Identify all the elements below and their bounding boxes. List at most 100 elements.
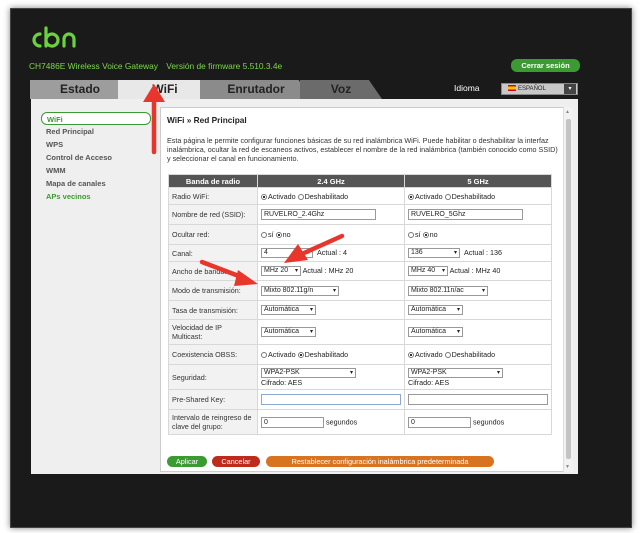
table-row: Modo de transmisión: Mixto 802.11g/n Mix… — [168, 280, 552, 301]
obss-option-label: Deshabilitado — [451, 350, 496, 359]
mode-5-select[interactable]: Mixto 802.11n/ac — [408, 285, 488, 296]
tab-enrutador[interactable]: Enrutador — [200, 80, 312, 99]
channel-5-select[interactable]: 136 — [408, 248, 460, 259]
rekey-24-unit: segundos — [326, 416, 358, 426]
bandwidth-label: Ancho de banda: — [168, 261, 258, 281]
radio-option-label: Deshabilitado — [304, 191, 349, 201]
page-description: Esta página le permite configurar funcio… — [167, 136, 558, 163]
language-value: ESPAÑOL — [518, 86, 546, 92]
tab-enrutador-label: Enrutador — [227, 82, 285, 96]
language-label: Idioma — [454, 83, 480, 93]
obss-5-off[interactable] — [444, 352, 451, 359]
sidebar-item-control-acceso[interactable]: Control de Acceso — [41, 151, 151, 164]
multicast-label: Velocidad de IP Multicast: — [168, 319, 258, 345]
logout-button[interactable]: Cerrar sesión — [511, 59, 580, 72]
tab-wifi[interactable]: WiFi — [118, 80, 212, 99]
rate-5-select[interactable]: Automática — [408, 305, 463, 316]
multicast-24-select[interactable]: Automática — [261, 327, 316, 338]
radio-5-off[interactable] — [444, 193, 451, 200]
sidebar-item-mapa-canales[interactable]: Mapa de canales — [41, 177, 151, 190]
psk-label: Pre-Shared Key: — [168, 389, 258, 410]
tab-voz[interactable]: Voz — [300, 80, 382, 99]
bandwidth-24-select[interactable]: MHz 20 — [261, 266, 301, 277]
tab-estado[interactable]: Estado — [30, 80, 130, 99]
security-5-select[interactable]: WPA2-PSK — [408, 367, 503, 378]
sidebar-item-aps-vecinos[interactable]: APs vecinos — [41, 190, 151, 203]
mode-24-select[interactable]: Mixto 802.11g/n — [261, 285, 339, 296]
tab-wifi-label: WiFi — [152, 82, 178, 96]
bandwidth-24-actual: Actual : MHz 20 — [302, 265, 354, 275]
rekey-5-unit: segundos — [473, 416, 505, 426]
radio-option-label: Activado — [268, 191, 296, 201]
table-row: Nombre de red (SSID): RUVELRO_2.4Ghz RUV… — [168, 204, 552, 225]
obss-option-label: Activado — [268, 350, 296, 359]
ssid-label: Nombre de red (SSID): — [168, 204, 258, 225]
tab-estado-label: Estado — [59, 82, 100, 96]
hidden-5-yes[interactable] — [408, 232, 414, 239]
sidebar-item-wmm[interactable]: WMM — [41, 164, 151, 177]
sidebar: WiFi Red Principal WPS Control de Acceso… — [41, 112, 151, 203]
radio-label: Radio WiFi: — [168, 187, 258, 205]
hidden-24-no[interactable] — [275, 232, 282, 239]
table-row: Seguridad: WPA2-PSKCifrado: AES WPA2-PSK… — [168, 364, 552, 390]
sidebar-item-red-principal[interactable]: Red Principal — [41, 125, 151, 138]
hidden-24-yes[interactable] — [261, 232, 267, 239]
header-5ghz: 5 GHz — [404, 174, 552, 188]
sidebar-item-wps[interactable]: WPS — [41, 138, 151, 151]
radio-24-off[interactable] — [297, 193, 304, 200]
obss-option-label: Activado — [415, 350, 443, 359]
radio-option-label: Activado — [415, 191, 443, 201]
scroll-down-icon[interactable]: ▼ — [565, 464, 570, 470]
security-24-select[interactable]: WPA2-PSK — [261, 367, 356, 378]
table-row: Velocidad de IP Multicast: Automática Au… — [168, 319, 552, 345]
obss-24-on[interactable] — [261, 352, 267, 359]
scrollbar[interactable]: ▲ ▼ — [563, 107, 573, 472]
psk-24-input[interactable] — [261, 394, 401, 405]
rekey-label: Intervalo de reingreso de clave del grup… — [168, 409, 258, 435]
wifi-settings-table: Banda de radio 2.4 GHz 5 GHz Radio WiFi:… — [168, 174, 552, 435]
tab-voz-label: Voz — [330, 82, 352, 96]
channel-label: Canal: — [168, 244, 258, 262]
radio-24-on[interactable] — [261, 193, 267, 200]
hidden-option-label: no — [282, 230, 291, 239]
rekey-5-input[interactable]: 0 — [408, 416, 471, 428]
spain-flag-icon — [508, 85, 516, 92]
table-row: Pre-Shared Key: — [168, 389, 552, 410]
rate-24-select[interactable]: Automática — [261, 305, 316, 316]
radio-option-label: Deshabilitado — [451, 191, 496, 201]
hidden-5-no[interactable] — [422, 232, 429, 239]
cancel-button[interactable]: Cancelar — [212, 456, 260, 467]
security-label: Seguridad: — [168, 364, 258, 390]
hidden-option-label: sí — [415, 230, 421, 239]
rekey-24-input[interactable]: 0 — [261, 416, 324, 428]
header-24ghz: 2.4 GHz — [257, 174, 405, 188]
scroll-thumb[interactable] — [566, 119, 571, 459]
ssid-5-input[interactable]: RUVELRO_5Ghz — [408, 209, 523, 220]
cipher-5: Cifrado: AES — [408, 377, 450, 387]
scroll-up-icon[interactable]: ▲ — [565, 109, 570, 115]
table-row: Ancho de banda: MHz 20 Actual : MHz 20 M… — [168, 261, 552, 281]
channel-24-select[interactable]: 4 — [261, 248, 313, 259]
bandwidth-5-select[interactable]: MHz 40 — [408, 266, 448, 277]
cbn-logo — [32, 26, 76, 48]
header-band: Banda de radio — [168, 174, 258, 188]
multicast-5-select[interactable]: Automática — [408, 327, 463, 338]
radio-5-on[interactable] — [408, 193, 414, 200]
ssid-24-input[interactable]: RUVELRO_2.4Ghz — [261, 209, 376, 220]
obss-24-off[interactable] — [297, 352, 304, 359]
hidden-label: Ocultar red: — [168, 224, 258, 245]
apply-button[interactable]: Aplicar — [167, 456, 207, 467]
obss-5-on[interactable] — [408, 352, 414, 359]
restore-defaults-button[interactable]: Restablecer configuración inalámbrica pr… — [266, 456, 494, 467]
obss-option-label: Deshabilitado — [304, 350, 349, 359]
language-select[interactable]: ESPAÑOL ▾ — [501, 83, 578, 95]
firmware-version: Versión de firmware 5.510.3.4e — [166, 61, 283, 71]
table-header-row: Banda de radio 2.4 GHz 5 GHz — [168, 174, 552, 188]
sidebar-item-wifi[interactable]: WiFi — [41, 112, 151, 125]
channel-5-actual: Actual : 136 — [464, 247, 502, 257]
table-row: Tasa de transmisión: Automática Automáti… — [168, 300, 552, 320]
firmware-line: CH7486E Wireless Voice Gateway Versión d… — [29, 61, 288, 71]
chevron-down-icon: ▾ — [564, 84, 576, 94]
bandwidth-5-actual: Actual : MHz 40 — [449, 265, 501, 275]
psk-5-input[interactable] — [408, 394, 548, 405]
